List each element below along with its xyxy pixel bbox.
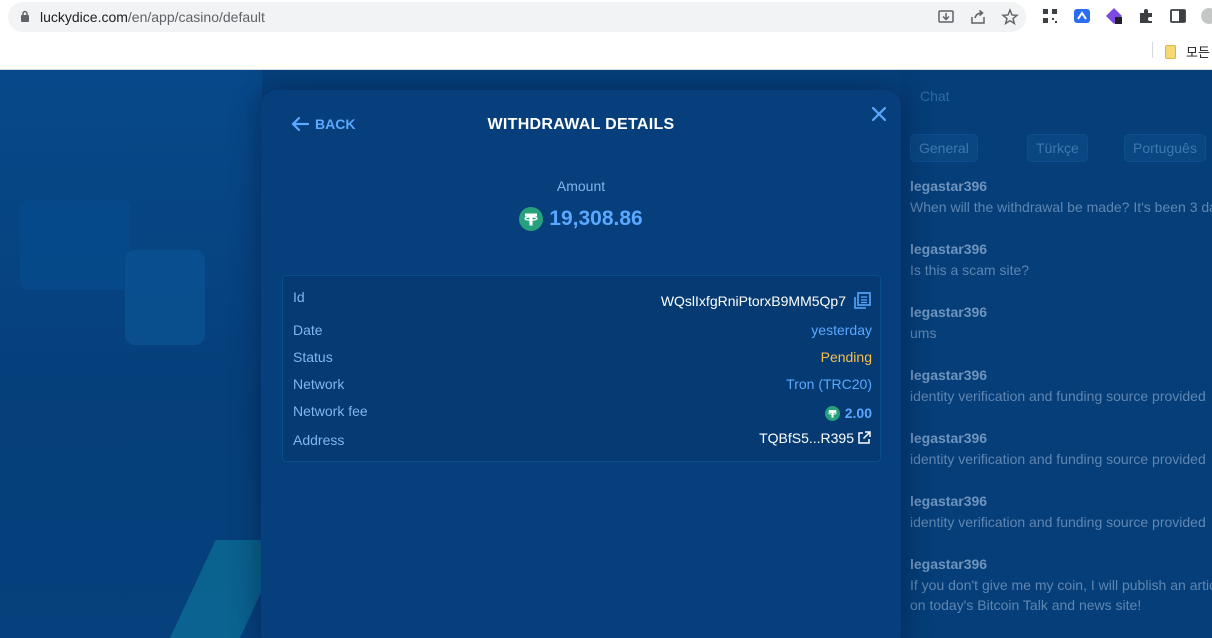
install-icon[interactable] bbox=[937, 8, 955, 26]
chat-username[interactable]: legastar396 bbox=[910, 241, 1029, 257]
fee-label: Network fee bbox=[293, 403, 368, 419]
chat-tab-turkce[interactable]: Türkçe bbox=[1027, 134, 1088, 162]
chat-username[interactable]: legastar396 bbox=[910, 556, 1212, 572]
status-value: Pending bbox=[820, 349, 872, 365]
chat-text: If you don't give me my coin, I will pub… bbox=[910, 577, 1212, 593]
id-value-container: WQslIxfgRniPtorxB9MM5Qp7 bbox=[661, 291, 872, 311]
browser-chrome: luckydice.com/en/app/casino/default 모든 bbox=[0, 0, 1212, 70]
id-label: Id bbox=[293, 289, 305, 305]
bookmark-separator bbox=[1152, 42, 1153, 58]
chat-message: legastar396 identity verification and fu… bbox=[910, 367, 1206, 404]
chat-message: legastar396 identity verification and fu… bbox=[910, 493, 1206, 530]
bookmark-label: 모든 bbox=[1186, 45, 1210, 60]
chat-text: ums bbox=[910, 325, 937, 341]
network-label: Network bbox=[293, 376, 345, 392]
fee-value-container: 2.00 bbox=[824, 405, 872, 421]
purple-extension-icon[interactable] bbox=[1105, 7, 1123, 25]
chat-message: legastar396 Is this a scam site? bbox=[910, 241, 1029, 278]
fee-value: 2.00 bbox=[844, 405, 872, 421]
blue-extension-icon[interactable] bbox=[1073, 7, 1091, 25]
chat-text: identity verification and funding source… bbox=[910, 451, 1206, 467]
chat-text: identity verification and funding source… bbox=[910, 514, 1206, 530]
network-value: Tron (TRC20) bbox=[786, 376, 872, 392]
background-decoration bbox=[20, 200, 130, 290]
folder-icon bbox=[1165, 44, 1176, 59]
chat-username[interactable]: legastar396 bbox=[910, 178, 1212, 194]
amount-display: 19,308.86 bbox=[261, 207, 901, 231]
chat-message: legastar396 When will the withdrawal be … bbox=[910, 178, 1212, 215]
copy-icon[interactable] bbox=[852, 291, 872, 311]
status-label: Status bbox=[293, 349, 333, 365]
url-host: luckydice.com bbox=[40, 9, 128, 25]
casino-page: Chat General Türkçe Português legastar39… bbox=[0, 70, 1212, 638]
date-label: Date bbox=[293, 322, 323, 338]
external-link-icon[interactable] bbox=[856, 430, 872, 446]
chat-text: When will the withdrawal be made? It's b… bbox=[910, 199, 1212, 215]
address-label: Address bbox=[293, 432, 345, 448]
close-icon[interactable] bbox=[869, 104, 889, 124]
side-panel-icon[interactable] bbox=[1169, 7, 1187, 25]
chat-text: Is this a scam site? bbox=[910, 262, 1030, 278]
url-text[interactable]: luckydice.com/en/app/casino/default bbox=[40, 9, 265, 25]
chat-title: Chat bbox=[920, 88, 950, 104]
chat-username[interactable]: legastar396 bbox=[910, 304, 987, 320]
qr-extension-icon[interactable] bbox=[1041, 7, 1059, 25]
date-value: yesterday bbox=[811, 322, 872, 338]
withdrawal-details-modal: BACK WITHDRAWAL DETAILS Amount 19,308.86… bbox=[261, 90, 901, 638]
puzzle-icon[interactable] bbox=[1137, 7, 1155, 25]
chat-message: legastar396 ums bbox=[910, 304, 987, 341]
chat-tab-portugues[interactable]: Português bbox=[1124, 134, 1206, 162]
amount-value: 19,308.86 bbox=[549, 207, 643, 230]
amount-label: Amount bbox=[556, 178, 606, 194]
id-value: WQslIxfgRniPtorxB9MM5Qp7 bbox=[660, 293, 846, 309]
chat-message: legastar396 If you don't give me my coin… bbox=[910, 556, 1212, 613]
profile-avatar-icon[interactable] bbox=[1200, 7, 1212, 25]
chat-text: identity verification and funding source… bbox=[910, 388, 1206, 404]
details-table: Id WQslIxfgRniPtorxB9MM5Qp7 Date yesterd… bbox=[282, 275, 881, 462]
chat-username[interactable]: legastar396 bbox=[910, 430, 1206, 446]
star-icon[interactable] bbox=[1001, 8, 1019, 26]
address-value[interactable]: TQBfS5...R395 bbox=[759, 430, 854, 446]
background-decoration bbox=[125, 250, 205, 345]
tether-icon bbox=[519, 207, 544, 231]
chat-text: on today's Bitcoin Talk and news site! bbox=[910, 597, 1142, 613]
lock-icon bbox=[21, 10, 29, 22]
address-value-container[interactable]: TQBfS5...R395 bbox=[759, 430, 872, 446]
tether-icon bbox=[824, 405, 840, 421]
chat-tab-general[interactable]: General bbox=[910, 134, 978, 162]
chat-username[interactable]: legastar396 bbox=[910, 367, 1206, 383]
modal-title: WITHDRAWAL DETAILS bbox=[487, 116, 675, 133]
share-icon[interactable] bbox=[969, 8, 987, 26]
address-bar[interactable]: luckydice.com/en/app/casino/default bbox=[8, 2, 1026, 32]
chat-message: legastar396 identity verification and fu… bbox=[910, 430, 1206, 467]
url-path: /en/app/casino/default bbox=[127, 9, 265, 25]
chat-username[interactable]: legastar396 bbox=[910, 493, 1206, 509]
bookmark-folder[interactable]: 모든 bbox=[1165, 42, 1210, 61]
